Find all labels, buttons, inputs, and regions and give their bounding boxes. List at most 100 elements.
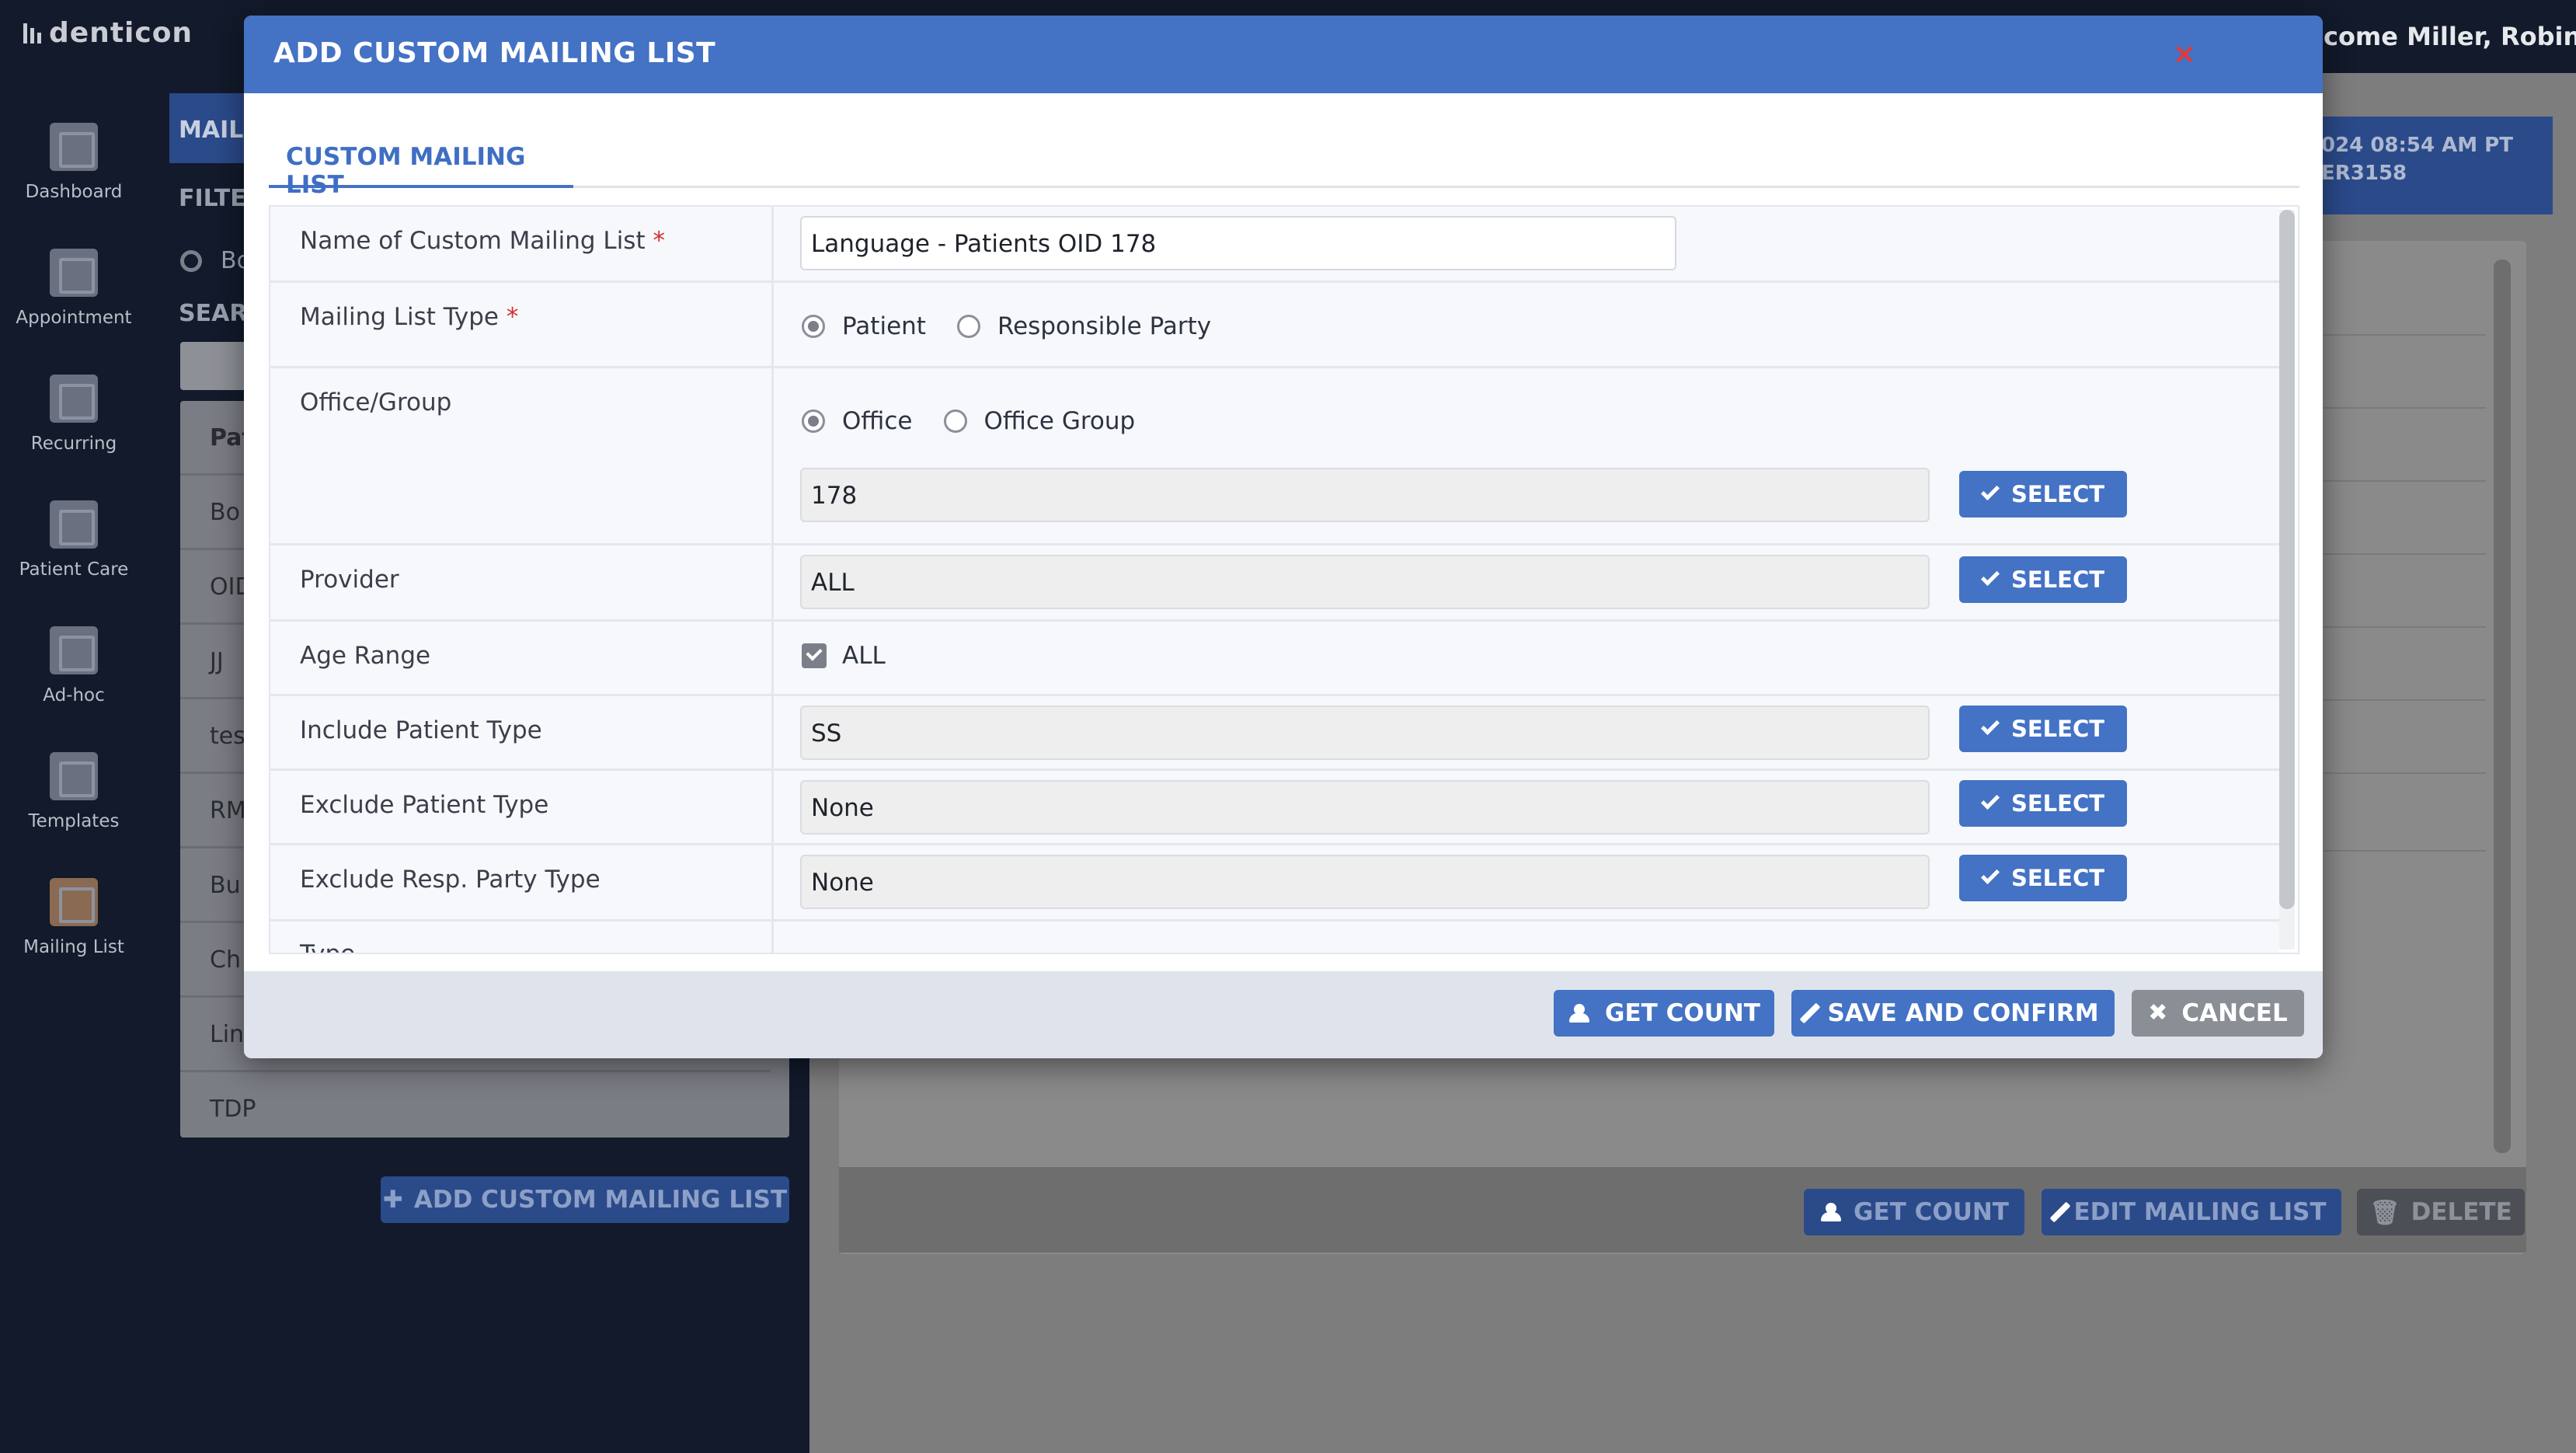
mailing-list-form: Name of Custom Mailing List * Language -… — [269, 205, 2299, 954]
radio-office-group[interactable] — [943, 409, 967, 433]
exclude-resp-party-type-input[interactable]: None — [800, 855, 1930, 909]
get-count-label: GET COUNT — [1854, 1198, 2009, 1226]
office-group-label: Office/Group — [270, 368, 774, 543]
sidebar-item-appointment[interactable]: Appointment — [0, 249, 148, 328]
form-row-partial: Type — [270, 922, 2279, 953]
sidebar-item-label: Templates — [28, 811, 120, 831]
check-icon — [1980, 790, 2000, 810]
delete-button[interactable]: 🗑 DELETE — [2357, 1189, 2525, 1235]
select-label: SELECT — [2010, 566, 2105, 593]
form-row-provider: Provider ALL SELECT — [270, 545, 2279, 622]
age-range-label: Age Range — [270, 622, 774, 694]
age-all-checkbox[interactable] — [802, 643, 827, 668]
exclude-resp-party-type-container: None SELECT — [774, 845, 2279, 919]
sidebar-item-adhoc[interactable]: Ad-hoc — [0, 626, 148, 706]
office-select-button[interactable]: SELECT — [1959, 471, 2127, 517]
name-label: Name of Custom Mailing List * — [270, 207, 774, 280]
close-icon[interactable]: × — [2169, 39, 2200, 70]
provider-input[interactable]: ALL — [800, 555, 1930, 609]
radio-patient-label: Patient — [842, 312, 926, 340]
welcome-text: lcome Miller, Robin — [2315, 22, 2576, 51]
close-icon: ✖ — [2148, 999, 2168, 1026]
include-patient-type-container: SS SELECT — [774, 696, 2279, 768]
sidebar-item-label: Appointment — [16, 308, 132, 328]
logo-text: denticon — [49, 17, 193, 49]
plus-icon: ✚ — [382, 1186, 403, 1214]
exclude-patient-type-input[interactable]: None — [800, 780, 1930, 835]
office-input[interactable]: 178 — [800, 468, 1930, 522]
type-field-container: Patient Responsible Party — [774, 283, 2279, 366]
required-mark: * — [506, 303, 519, 331]
form-row-office-group: Office/Group Office Office Group 178 SEL… — [270, 368, 2279, 545]
select-label: SELECT — [2010, 481, 2105, 507]
name-label-text: Name of Custom Mailing List — [300, 227, 646, 255]
save-and-confirm-button[interactable]: SAVE AND CONFIRM — [1791, 990, 2115, 1037]
partial-row-label: Type — [270, 922, 774, 953]
type-label-text: Mailing List Type — [300, 303, 500, 331]
sidebar-item-label: Recurring — [30, 434, 117, 454]
include-patient-type-select-button[interactable]: SELECT — [1959, 706, 2127, 752]
check-icon — [1980, 566, 2000, 587]
sidebar-item-dashboard[interactable]: Dashboard — [0, 123, 148, 202]
pencil-icon — [1800, 1002, 1821, 1024]
form-scrollbar[interactable] — [2279, 210, 2295, 950]
app-logo[interactable]: denticon — [23, 17, 193, 49]
provider-select-button[interactable]: SELECT — [1959, 556, 2127, 603]
radio-patient[interactable] — [802, 315, 825, 338]
mailing-list-icon — [50, 878, 98, 926]
radio-responsible-party[interactable] — [956, 315, 980, 338]
type-radio-group: Patient Responsible Party — [802, 312, 1242, 340]
modal-footer: GET COUNT SAVE AND CONFIRM ✖ CANCEL — [244, 971, 2323, 1058]
edit-mailing-list-button[interactable]: EDIT MAILING LIST — [2042, 1189, 2341, 1235]
form-row-exclude-patient-type: Exclude Patient Type None SELECT — [270, 771, 2279, 845]
cancel-button[interactable]: ✖ CANCEL — [2132, 990, 2304, 1037]
radio-office-group-label: Office Group — [983, 407, 1136, 435]
provider-label: Provider — [270, 545, 774, 619]
include-patient-type-input[interactable]: SS — [800, 706, 1930, 760]
sidebar-item-label: Ad-hoc — [43, 685, 105, 706]
timestamp: 024 08:54 AM PT — [2321, 134, 2513, 157]
office-group-field-container: Office Office Group 178 SELECT — [774, 368, 2279, 543]
add-mailing-list-modal: ADD CUSTOM MAILING LIST × CUSTOM MAILING… — [244, 16, 2323, 1058]
save-and-confirm-label: SAVE AND CONFIRM — [1827, 999, 2099, 1027]
name-input[interactable]: Language - Patients OID 178 — [800, 216, 1676, 270]
sidebar-item-mailing-list[interactable]: Mailing List — [0, 878, 148, 957]
sidebar-item-patient-care[interactable]: Patient Care — [0, 500, 148, 580]
select-label: SELECT — [2010, 790, 2105, 817]
form-row-exclude-resp-party-type: Exclude Resp. Party Type None SELECT — [270, 845, 2279, 922]
form-row-age-range: Age Range ALL — [270, 622, 2279, 696]
server-id: ER3158 — [2321, 162, 2407, 185]
filter-radio[interactable] — [180, 250, 202, 272]
table-row[interactable]: TDP — [180, 1072, 771, 1147]
radio-office[interactable] — [802, 409, 825, 433]
search-label: SEAR — [179, 300, 248, 327]
sidebar-item-label: Dashboard — [25, 182, 123, 202]
get-count-button-bg[interactable]: GET COUNT — [1804, 1189, 2024, 1235]
check-icon — [1980, 716, 2000, 736]
select-label: SELECT — [2010, 865, 2105, 891]
sidebar-item-recurring[interactable]: Recurring — [0, 375, 148, 454]
tab-custom-mailing-list[interactable]: CUSTOM MAILING LIST — [269, 109, 573, 199]
cancel-label: CANCEL — [2181, 999, 2288, 1027]
age-all-label: ALL — [842, 642, 886, 670]
required-mark: * — [653, 227, 665, 255]
add-custom-mailing-list-button[interactable]: ✚ ADD CUSTOM MAILING LIST — [381, 1176, 789, 1223]
exclude-patient-type-label: Exclude Patient Type — [270, 771, 774, 843]
exclude-patient-type-select-button[interactable]: SELECT — [1959, 780, 2127, 827]
form-row-type: Mailing List Type * Patient Responsible … — [270, 283, 2279, 368]
dashboard-icon — [50, 123, 98, 171]
form-scrollbar-thumb[interactable] — [2279, 210, 2295, 909]
pencil-icon — [2049, 1201, 2070, 1223]
right-scrollbar[interactable] — [2494, 260, 2511, 1153]
exclude-patient-type-container: None SELECT — [774, 771, 2279, 843]
form-row-include-patient-type: Include Patient Type SS SELECT — [270, 696, 2279, 771]
users-icon — [1819, 1203, 1843, 1221]
appointment-icon — [50, 249, 98, 297]
get-count-button[interactable]: GET COUNT — [1554, 990, 1774, 1037]
office-radio-group: Office Office Group — [802, 407, 1166, 435]
form-row-name: Name of Custom Mailing List * Language -… — [270, 207, 2279, 283]
recurring-icon — [50, 375, 98, 423]
sidebar-item-templates[interactable]: Templates — [0, 752, 148, 831]
exclude-resp-party-type-select-button[interactable]: SELECT — [1959, 855, 2127, 901]
modal-tabs: CUSTOM MAILING LIST — [269, 109, 2299, 199]
